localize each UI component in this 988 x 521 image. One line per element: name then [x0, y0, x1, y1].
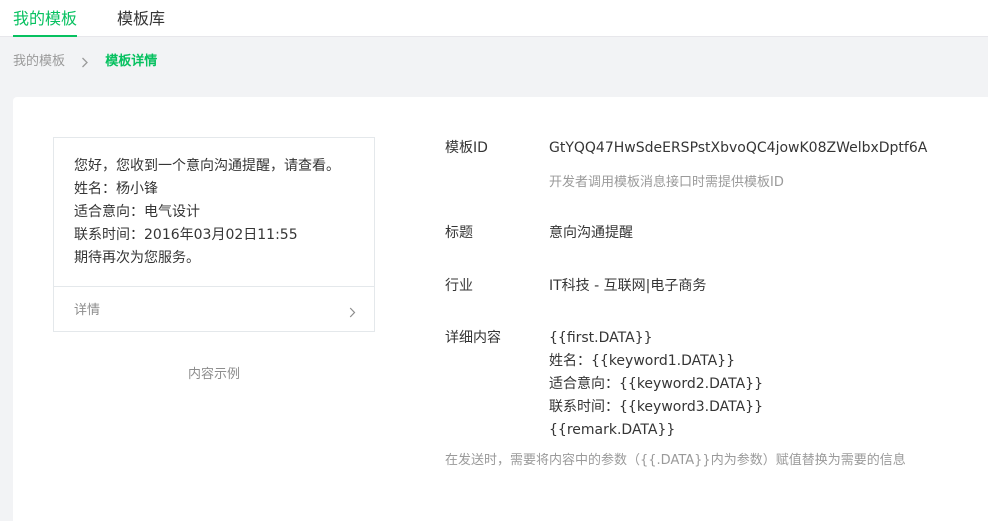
message-preview-card: 您好，您收到一个意向沟通提醒，请查看。 姓名：杨小锋 适合意向：电气设计 联系时…	[53, 137, 375, 332]
content-label: 详细内容	[445, 330, 501, 346]
preview-line-contact-time: 联系时间：2016年03月02日11:55	[74, 227, 298, 243]
preview-caption: 内容示例	[187, 367, 240, 382]
preview-line-name: 姓名：杨小锋	[74, 181, 158, 197]
chevron-right-icon	[349, 303, 356, 322]
tab-my-templates[interactable]: 我的模板	[13, 0, 78, 37]
content-value: {{first.DATA}} 姓名：{{keyword1.DATA}} 适合意向…	[549, 327, 763, 442]
parameter-footnote: 在发送时，需要将内容中的参数（{{.DATA}}内为参数）赋值替换为需要的信息	[445, 453, 906, 468]
preview-line-greeting: 您好，您收到一个意向沟通提醒，请查看。	[74, 158, 340, 174]
breadcrumb: 我的模板 模板详情	[13, 52, 157, 72]
breadcrumb-home-link[interactable]: 我的模板	[13, 54, 65, 69]
preview-detail-link[interactable]: 详情	[54, 286, 374, 331]
title-value: 意向沟通提醒	[549, 225, 633, 241]
chevron-right-icon	[81, 52, 89, 68]
preview-detail-label: 详情	[74, 303, 101, 318]
preview-line-remark: 期待再次为您服务。	[74, 250, 200, 266]
content-line-keyword3: 联系时间：{{keyword3.DATA}}	[549, 399, 763, 415]
title-label: 标题	[445, 225, 473, 241]
template-detail-panel: 您好，您收到一个意向沟通提醒，请查看。 姓名：杨小锋 适合意向：电气设计 联系时…	[13, 97, 988, 521]
top-tab-bar: 我的模板 模板库	[0, 0, 988, 37]
template-id-hint: 开发者调用模板消息接口时需提供模板ID	[549, 175, 784, 190]
content-line-keyword2: 适合意向：{{keyword2.DATA}}	[549, 376, 763, 392]
message-preview-body: 您好，您收到一个意向沟通提醒，请查看。 姓名：杨小锋 适合意向：电气设计 联系时…	[54, 138, 374, 270]
template-id-label: 模板ID	[445, 140, 488, 156]
template-id-value: GtYQQ47HwSdeERSPstXbvoQC4jowK08ZWelbxDpt…	[549, 140, 928, 156]
breadcrumb-current: 模板详情	[105, 54, 158, 69]
industry-label: 行业	[445, 278, 473, 294]
content-line-first: {{first.DATA}}	[549, 330, 653, 346]
content-line-remark: {{remark.DATA}}	[549, 422, 676, 438]
content-line-keyword1: 姓名：{{keyword1.DATA}}	[549, 353, 735, 369]
preview-line-intent: 适合意向：电气设计	[74, 204, 200, 220]
tab-template-library[interactable]: 模板库	[117, 0, 165, 36]
industry-value: IT科技 - 互联网|电子商务	[549, 278, 707, 294]
